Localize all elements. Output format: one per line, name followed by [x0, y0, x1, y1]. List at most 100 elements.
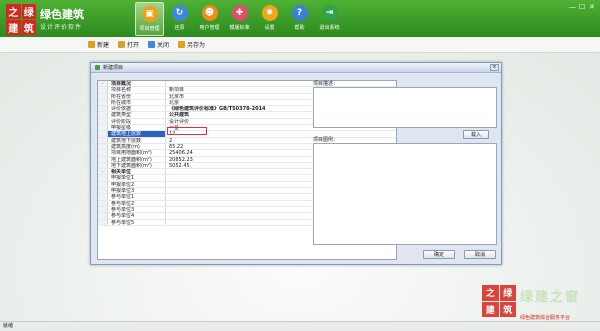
row-gutter [98, 181, 108, 188]
property-name: 项目用地面积(m²) [108, 150, 166, 156]
property-value[interactable] [166, 81, 396, 86]
property-name: 地上建筑面积(m²) [108, 156, 166, 162]
ok-button[interactable]: 确定 [423, 250, 455, 259]
nav-label: 设置 [264, 25, 275, 31]
nav-button-5[interactable]: ? 帮助 [285, 2, 314, 36]
property-name: 建筑高度(m) [108, 143, 166, 150]
watermark-subtitle: 绿色建筑综合服务平台 [520, 315, 571, 321]
gear-icon: ✹ [261, 5, 278, 21]
watermark-logo: 之 绿 建 筑 [482, 285, 516, 317]
row-gutter [98, 188, 108, 194]
property-name: 申报单位1 [108, 175, 166, 181]
row-gutter [98, 213, 108, 219]
row-gutter [98, 175, 108, 181]
import-button[interactable]: 载入 [463, 130, 489, 139]
help-icon: ? [291, 5, 308, 21]
app-logo: 之 绿 建 筑 [6, 4, 36, 35]
nav-label: 模版标准 [229, 25, 250, 31]
property-name: 项目概况 [108, 81, 166, 87]
row-gutter: - [98, 81, 108, 87]
row-gutter [98, 143, 108, 150]
row-gutter [98, 219, 108, 225]
folder-icon: ▣ [141, 6, 158, 22]
row-gutter [98, 162, 108, 169]
property-name: 申报单位2 [108, 181, 166, 188]
open-icon [118, 41, 126, 48]
maximize-icon[interactable]: ☐ [579, 3, 585, 11]
row-gutter [98, 206, 108, 213]
save-as-icon [178, 41, 186, 48]
toolbar-label: 打开 [127, 42, 140, 49]
new-project-dialog: 新建项目 × - 项目概况 项目名称 新项目 所在省份 北京市 所在城市 北京 评价依据 《绿色建… [90, 62, 502, 265]
property-name: 参与单位5 [108, 219, 166, 225]
nav-button-4[interactable]: ✹ 设置 [255, 2, 284, 36]
row-gutter [98, 156, 108, 162]
property-name: 申报单位3 [108, 188, 166, 194]
close-window-icon[interactable]: ✕ [589, 3, 595, 11]
property-name: 建筑地上层数 [108, 131, 166, 137]
row-gutter [98, 131, 108, 137]
row-gutter [98, 99, 108, 106]
nav-button-3[interactable]: ✚ 模版标准 [225, 2, 254, 36]
title-bar: 之 绿 建 筑 绿色建筑 设计评价软件 ▣ 项目管理 ↻ 还原 ☻ 用户管理 ✚ 模版标准 ✹ 设… [0, 0, 600, 37]
toolbar-item-3[interactable]: 另存为 [178, 40, 205, 49]
row-gutter [98, 93, 108, 99]
project-description-label: 项目描述： [313, 81, 339, 87]
cancel-button[interactable]: 取消 [464, 250, 496, 259]
nav-button-0[interactable]: ▣ 项目管理 [135, 2, 164, 36]
users-icon: ☻ [201, 5, 218, 21]
project-description-field[interactable] [313, 87, 497, 128]
row-gutter [98, 118, 108, 125]
property-name: 项目名称 [108, 87, 166, 93]
toolbar-label: 另存为 [187, 42, 206, 49]
toolbar-label: 新建 [97, 42, 110, 49]
row-gutter [98, 200, 108, 206]
dialog-title: 新建项目 [103, 65, 124, 71]
property-name: 所在城市 [108, 99, 166, 106]
watermark-title: 绿建之窗 [520, 290, 581, 305]
property-name: 建筑地下层数 [108, 137, 166, 143]
row-gutter [98, 106, 108, 112]
nav-label: 还原 [174, 25, 185, 31]
property-name: 建筑类型 [108, 112, 166, 118]
dialog-close-button[interactable]: × [490, 64, 499, 71]
app-subtitle: 设计评价软件 [40, 24, 83, 31]
main-nav: ▣ 项目管理 ↻ 还原 ☻ 用户管理 ✚ 模版标准 ✹ 设置 ? 帮助 ⇥ 退出系统 [135, 2, 345, 36]
property-name: 参与单位4 [108, 213, 166, 219]
toolbar-item-0[interactable]: 新建 [88, 40, 109, 49]
highlight-box [167, 127, 207, 135]
new-icon [88, 41, 95, 48]
refresh-icon: ↻ [171, 5, 188, 21]
property-name: 评价阶段 [108, 118, 166, 125]
dialog-title-bar: 新建项目 × [91, 63, 501, 73]
toolbar: 新建 打开 关闭 另存为 [0, 37, 600, 53]
nav-button-6[interactable]: ⇥ 退出系统 [315, 2, 344, 36]
property-name: 所在省份 [108, 93, 166, 99]
project-image-area [313, 143, 497, 245]
row-gutter [98, 125, 108, 131]
exit-icon: ⇥ [321, 5, 338, 21]
property-name: 申报星级 [108, 125, 166, 131]
property-name: 参与单位2 [108, 200, 166, 206]
row-gutter [98, 87, 108, 93]
close-icon [148, 41, 156, 48]
property-name: 相关单位 [108, 169, 166, 175]
nav-button-2[interactable]: ☻ 用户管理 [195, 2, 224, 36]
template-icon: ✚ [231, 5, 248, 21]
nav-label: 用户管理 [199, 25, 220, 31]
nav-button-1[interactable]: ↻ 还原 [165, 2, 194, 36]
property-name: 评价依据 [108, 106, 166, 112]
toolbar-label: 关闭 [157, 42, 170, 49]
toolbar-item-1[interactable]: 打开 [118, 40, 139, 49]
row-gutter [98, 112, 108, 118]
nav-label: 退出系统 [319, 25, 340, 31]
watermark: 之 绿 建 筑 绿建之窗 绿色建筑综合服务平台 [482, 285, 594, 325]
row-gutter [98, 194, 108, 200]
toolbar-item-2[interactable]: 关闭 [148, 40, 169, 49]
property-name: 参与单位3 [108, 206, 166, 213]
row-gutter: - [98, 169, 108, 175]
property-name: 参与单位1 [108, 194, 166, 200]
project-image-label: 项目图例： [313, 137, 339, 143]
minimize-icon[interactable]: — [569, 3, 576, 11]
property-name: 地下建筑面积(m²) [108, 162, 166, 169]
